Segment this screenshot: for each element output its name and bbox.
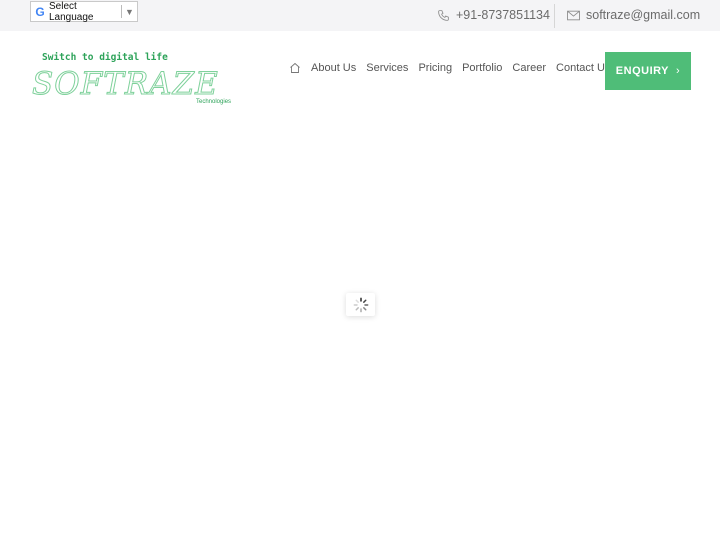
nav-contact-us[interactable]: Contact Us xyxy=(556,62,610,74)
loading-spinner xyxy=(346,293,375,316)
nav-pricing[interactable]: Pricing xyxy=(418,62,452,74)
spinner-icon xyxy=(353,297,368,312)
enquiry-button[interactable]: ENQUIRY › xyxy=(605,52,691,90)
language-select[interactable]: G Select Language ▼ xyxy=(30,0,138,23)
home-icon xyxy=(290,62,300,73)
mail-icon xyxy=(567,10,580,20)
contact-divider xyxy=(554,4,555,28)
nav-portfolio[interactable]: Portfolio xyxy=(462,62,502,74)
chevron-down-icon: ▼ xyxy=(125,6,134,17)
nav-about-us[interactable]: About Us xyxy=(311,62,356,74)
phone-number: +91-8737851134 xyxy=(456,8,550,22)
logo-graphic: Switch to digital life SOFTRAZE Technolo… xyxy=(32,52,232,105)
google-icon: G xyxy=(35,4,45,19)
nav-services[interactable]: Services xyxy=(366,62,408,74)
logo-tagline: Switch to digital life xyxy=(42,52,168,63)
email-address: softraze@gmail.com xyxy=(586,8,701,22)
enquiry-label: ENQUIRY xyxy=(615,65,670,77)
phone-icon xyxy=(438,9,449,21)
phone-contact[interactable]: +91-8737851134 xyxy=(437,8,550,22)
chevron-right-icon: › xyxy=(676,65,681,77)
language-select-divider xyxy=(121,5,122,18)
logo-name: SOFTRAZE xyxy=(32,66,219,102)
home-link[interactable] xyxy=(289,62,301,74)
main-nav: About Us Services Pricing Portfolio Care… xyxy=(289,62,620,74)
site-logo[interactable]: Switch to digital life SOFTRAZE Technolo… xyxy=(30,50,242,106)
nav-career[interactable]: Career xyxy=(512,62,546,74)
language-select-label: Select Language xyxy=(49,0,94,23)
email-contact[interactable]: softraze@gmail.com xyxy=(567,8,700,22)
top-bar: G Select Language ▼ +91-8737851134 softr… xyxy=(0,0,720,31)
logo-subtitle: Technologies xyxy=(196,99,231,105)
